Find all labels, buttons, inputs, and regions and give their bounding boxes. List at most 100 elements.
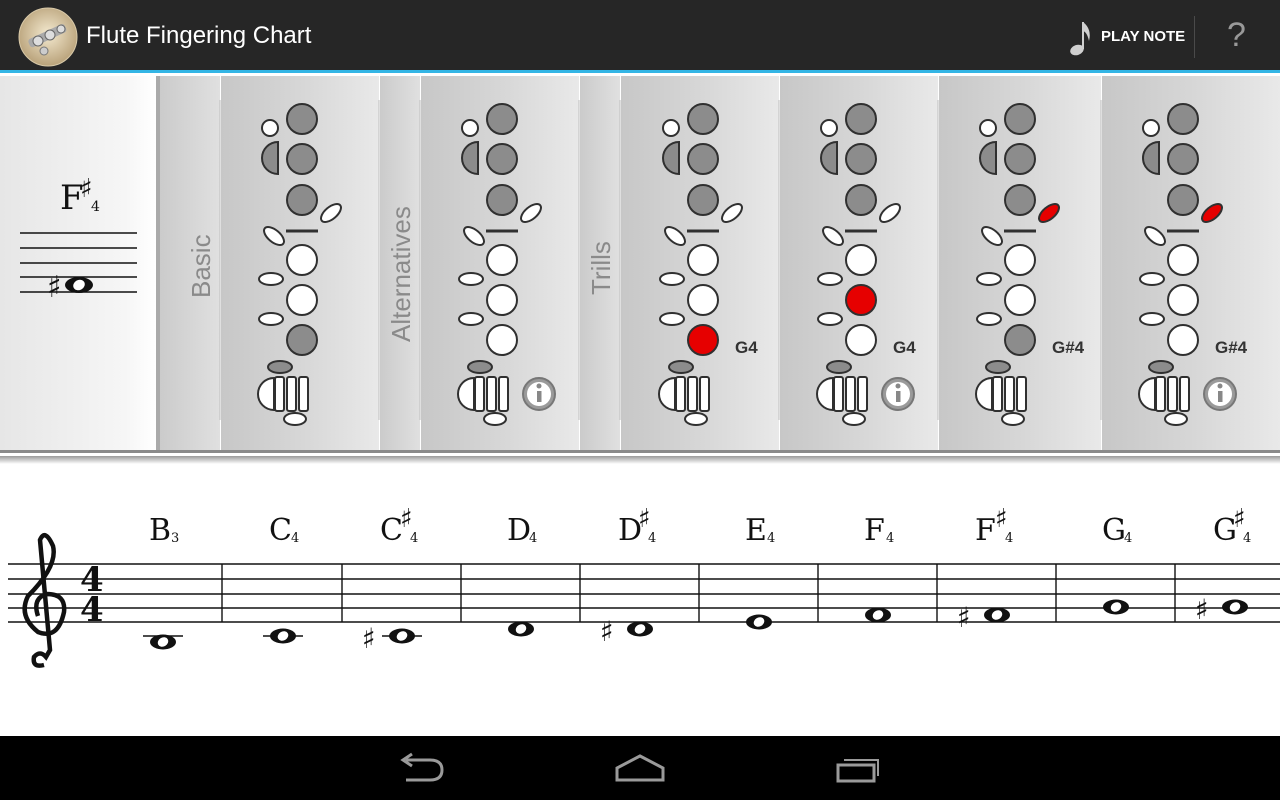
key-left-ring bbox=[687, 244, 719, 276]
section-label-alternatives: Alternatives bbox=[386, 206, 416, 342]
note-octave: 4 bbox=[291, 531, 299, 546]
trill-target-label: G#4 bbox=[1052, 338, 1085, 357]
section-label-trills: Trills bbox=[586, 241, 616, 295]
key-left-index bbox=[486, 143, 518, 175]
key-right-middle bbox=[687, 324, 719, 356]
key-right-middle bbox=[486, 324, 518, 356]
note-option-b3[interactable]: B3 bbox=[105, 500, 221, 670]
info-icon[interactable] bbox=[881, 377, 915, 411]
key-left-index bbox=[687, 143, 719, 175]
section-label-basic: Basic bbox=[186, 234, 216, 298]
key-thumb bbox=[845, 103, 877, 135]
note-octave: 4 bbox=[529, 531, 537, 546]
selected-note-sharp: ♯ bbox=[47, 270, 62, 305]
key-right-middle bbox=[1004, 324, 1036, 356]
key-right-index bbox=[687, 284, 719, 316]
key-thumb bbox=[1167, 103, 1199, 135]
note-sharp-symbol: ♯ bbox=[362, 622, 376, 655]
note-letter: F bbox=[975, 513, 996, 548]
note-letter: B bbox=[149, 513, 171, 548]
fingering-area: F ♯ 4 ♯ Basic Alternatives Trills G4 G4 … bbox=[0, 76, 1280, 453]
key-left-ring bbox=[845, 244, 877, 276]
note-octave: 4 bbox=[1243, 531, 1251, 546]
key-left-ring bbox=[486, 244, 518, 276]
note-option-csharp4[interactable]: C♯4♯ bbox=[344, 500, 460, 670]
key-thumb bbox=[286, 103, 318, 135]
key-left-index bbox=[1167, 143, 1199, 175]
note-octave: 3 bbox=[171, 531, 179, 546]
key-left-index bbox=[1004, 143, 1036, 175]
key-left-middle bbox=[1004, 184, 1036, 216]
eighth-note-icon bbox=[1070, 22, 1090, 56]
key-left-ring bbox=[286, 244, 318, 276]
home-button[interactable] bbox=[600, 748, 680, 788]
action-bar: Flute Fingering Chart PLAY NOTE ? bbox=[0, 0, 1280, 73]
note-option-d4[interactable]: D4 bbox=[463, 500, 579, 670]
flute-keys-icon bbox=[18, 7, 78, 67]
note-octave: 4 bbox=[767, 531, 775, 546]
key-thumb bbox=[1004, 103, 1036, 135]
note-letter: E bbox=[745, 513, 767, 548]
note-sharp-symbol: ♯ bbox=[1195, 593, 1209, 626]
note-option-f4[interactable]: F4 bbox=[820, 500, 936, 670]
note-letter: D bbox=[507, 513, 531, 548]
time-signature-bottom: 4 bbox=[80, 590, 104, 630]
key-left-middle bbox=[1167, 184, 1199, 216]
key-left-ring bbox=[1167, 244, 1199, 276]
note-option-g4[interactable]: G4 bbox=[1058, 500, 1174, 670]
note-accidental: ♯ bbox=[995, 504, 1008, 534]
note-letter: C bbox=[269, 513, 292, 548]
note-option-dsharp4[interactable]: D♯4♯ bbox=[582, 500, 698, 670]
trill-target-label: G#4 bbox=[1215, 338, 1248, 357]
info-icon[interactable] bbox=[522, 377, 556, 411]
key-left-index bbox=[845, 143, 877, 175]
key-right-middle bbox=[286, 324, 318, 356]
note-selector-staff: 4 4 B 3 C 4 C♯4♯D4 D♯4♯E 4 F 4 F ♯4♯G4 G♯4♯ bbox=[0, 456, 1280, 670]
key-left-index bbox=[286, 143, 318, 175]
note-octave: 4 bbox=[648, 531, 656, 546]
key-right-index bbox=[845, 284, 877, 316]
note-letter: G bbox=[1102, 513, 1126, 548]
home-icon bbox=[615, 754, 665, 782]
key-thumb bbox=[486, 103, 518, 135]
note-octave: 4 bbox=[1124, 531, 1132, 546]
key-left-middle bbox=[486, 184, 518, 216]
note-option-c4[interactable]: C4 bbox=[225, 500, 341, 670]
note-option-gsharp4[interactable]: G♯4♯ bbox=[1177, 500, 1280, 670]
key-right-middle bbox=[1167, 324, 1199, 356]
selected-note-octave: 4 bbox=[91, 199, 100, 215]
note-octave: 4 bbox=[886, 531, 894, 546]
note-sharp-symbol: ♯ bbox=[600, 615, 614, 648]
note-accidental: ♯ bbox=[400, 504, 413, 534]
help-button[interactable]: ? bbox=[1210, 0, 1266, 73]
note-accidental: ♯ bbox=[1233, 504, 1246, 534]
key-right-index bbox=[1167, 284, 1199, 316]
note-option-fsharp4[interactable]: F ♯4♯ bbox=[939, 500, 1055, 670]
note-letter: F bbox=[864, 513, 885, 548]
note-sharp-symbol: ♯ bbox=[957, 601, 971, 634]
trill-target-label: G4 bbox=[893, 338, 916, 357]
key-right-middle bbox=[845, 324, 877, 356]
recent-apps-icon bbox=[836, 759, 879, 783]
recents-button[interactable] bbox=[818, 748, 898, 788]
note-option-e4[interactable]: E4 bbox=[701, 500, 817, 670]
key-left-middle bbox=[687, 184, 719, 216]
note-octave: 4 bbox=[410, 531, 418, 546]
trill-target-label: G4 bbox=[735, 338, 758, 357]
note-accidental: ♯ bbox=[638, 504, 651, 534]
key-right-index bbox=[286, 284, 318, 316]
key-left-middle bbox=[845, 184, 877, 216]
key-right-index bbox=[486, 284, 518, 316]
key-thumb bbox=[687, 103, 719, 135]
play-note-label: PLAY NOTE bbox=[1101, 28, 1186, 45]
info-icon[interactable] bbox=[1203, 377, 1237, 411]
back-button[interactable] bbox=[384, 748, 464, 788]
play-note-button[interactable]: PLAY NOTE bbox=[1060, 0, 1194, 73]
note-octave: 4 bbox=[1005, 531, 1013, 546]
back-arrow-icon bbox=[400, 752, 444, 782]
treble-clef-icon bbox=[22, 533, 67, 668]
action-divider bbox=[1194, 16, 1195, 58]
key-right-index bbox=[1004, 284, 1036, 316]
app-title: Flute Fingering Chart bbox=[86, 22, 312, 49]
key-left-middle bbox=[286, 184, 318, 216]
